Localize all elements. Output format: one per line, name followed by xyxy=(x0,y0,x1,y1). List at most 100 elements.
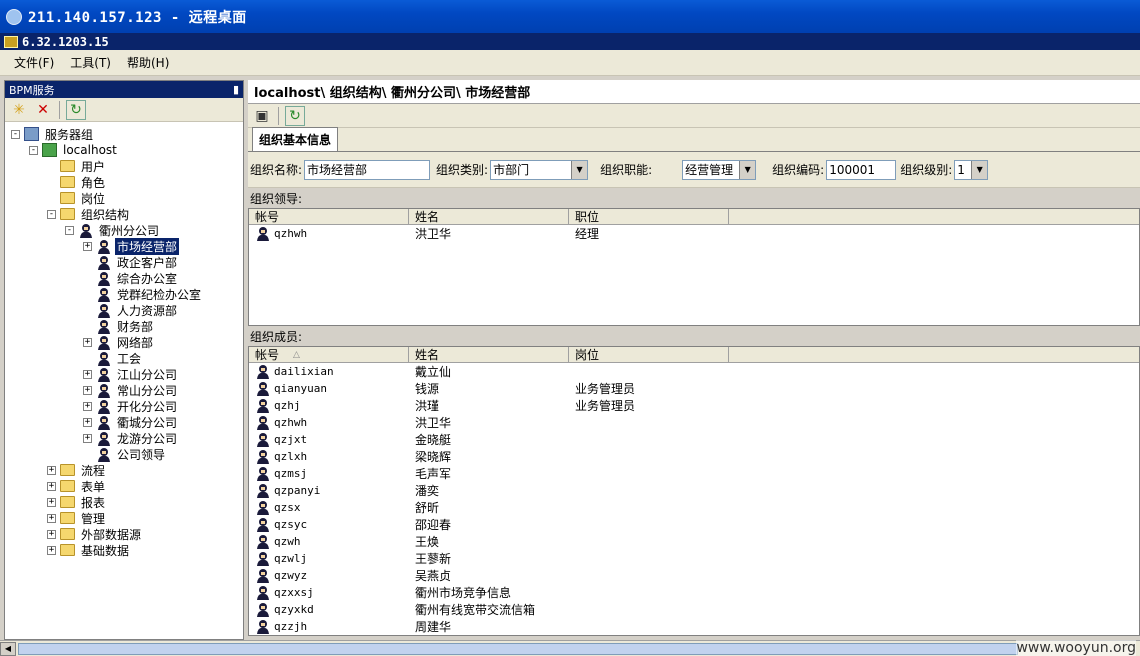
tree-node[interactable]: + 常山分公司 xyxy=(83,382,179,398)
account-cell: qzhwh xyxy=(274,227,308,240)
tree-node[interactable]: - localhost xyxy=(29,142,119,158)
expand-icon[interactable]: + xyxy=(83,433,92,443)
tree-node-label: 外部数据源 xyxy=(81,527,142,542)
tree-node[interactable]: - 服务器组 xyxy=(11,126,95,142)
table-row[interactable]: qzwlj 王蓼新 xyxy=(249,550,1139,567)
save-icon[interactable]: ▣ xyxy=(252,106,272,126)
table-row[interactable]: qzhwh 洪卫华 经理 xyxy=(249,225,1139,242)
tree-node-label: 服务器组 xyxy=(45,127,94,142)
name-cell: 潘奕 xyxy=(415,484,440,498)
tree-node[interactable]: 岗位 xyxy=(47,190,107,206)
menu-help[interactable]: 帮助(H) xyxy=(127,54,169,71)
tree-node[interactable]: + 网络部 xyxy=(83,334,155,350)
tree-node[interactable]: + 管理 xyxy=(47,510,107,526)
chevron-down-icon[interactable]: ▼ xyxy=(571,160,588,179)
tree-node[interactable]: 财务部 xyxy=(83,318,155,334)
delete-icon[interactable]: ✕ xyxy=(33,100,53,120)
expand-icon[interactable]: + xyxy=(47,529,56,539)
expand-icon[interactable]: + xyxy=(83,241,92,251)
collapse-icon[interactable]: - xyxy=(11,129,20,139)
col-account-header[interactable]: 帐号 △ xyxy=(249,347,409,362)
expand-icon[interactable]: + xyxy=(83,417,92,427)
tree-node[interactable]: 党群纪检办公室 xyxy=(83,286,203,302)
tree-node[interactable]: 工会 xyxy=(83,350,143,366)
tree-node[interactable]: + 基础数据 xyxy=(47,542,131,558)
table-row[interactable]: qzsyc 邵迎春 xyxy=(249,516,1139,533)
expand-icon[interactable]: + xyxy=(83,369,92,379)
table-row[interactable]: qzyxkd 衢州有线宽带交流信箱 xyxy=(249,601,1139,618)
expand-icon[interactable]: + xyxy=(83,337,92,347)
expand-icon[interactable]: + xyxy=(83,401,92,411)
menu-file[interactable]: 文件(F) xyxy=(14,54,54,71)
table-row[interactable]: qzlxh 梁晓辉 xyxy=(249,448,1139,465)
tree-node-label: 工会 xyxy=(117,351,142,366)
tree-node[interactable]: 政企客户部 xyxy=(83,254,179,270)
tree-node[interactable]: + 衢城分公司 xyxy=(83,414,179,430)
expand-icon[interactable]: + xyxy=(47,465,56,475)
menu-tools[interactable]: 工具(T) xyxy=(70,54,111,71)
table-row[interactable]: qzzjh 周建华 xyxy=(249,618,1139,635)
table-row[interactable]: qzxxsj 衢州市场竞争信息 xyxy=(249,584,1139,601)
table-row[interactable]: qzmsj 毛声军 xyxy=(249,465,1139,482)
tab-org-basic-info[interactable]: 组织基本信息 xyxy=(252,127,339,151)
col-account-header[interactable]: 帐号 xyxy=(249,209,409,224)
tree-node[interactable]: 公司领导 xyxy=(83,446,167,462)
new-icon[interactable]: ✳ xyxy=(9,100,29,120)
tree-node[interactable]: + 龙游分公司 xyxy=(83,430,179,446)
org-name-input[interactable]: 市场经营部 xyxy=(304,159,431,180)
tree-node[interactable]: 人力资源部 xyxy=(83,302,179,318)
tree-node[interactable]: + 报表 xyxy=(47,494,107,510)
org-type-select[interactable]: 市部门 ▼ xyxy=(490,159,589,180)
tree-node[interactable]: - 组织结构 xyxy=(47,206,131,222)
tree-node[interactable]: - 衢州分公司 xyxy=(65,222,161,238)
expand-icon[interactable]: + xyxy=(47,497,56,507)
scroll-thumb[interactable] xyxy=(18,642,1018,655)
refresh-icon[interactable]: ↻ xyxy=(285,105,305,126)
tree-node[interactable]: + 外部数据源 xyxy=(47,526,143,542)
tree-node[interactable]: + 开化分公司 xyxy=(83,398,179,414)
col-name-header[interactable]: 姓名 xyxy=(409,209,569,224)
org-level-select[interactable]: 1 ▼ xyxy=(954,159,989,180)
left-panel-title: BPM服务 xyxy=(9,83,55,97)
tree-node[interactable]: 角色 xyxy=(47,174,107,190)
col-post-header[interactable]: 岗位 xyxy=(569,347,729,362)
table-row[interactable]: qzjxt 金晓艇 xyxy=(249,431,1139,448)
expand-icon[interactable]: + xyxy=(47,481,56,491)
chevron-down-icon[interactable]: ▼ xyxy=(739,160,756,179)
refresh-icon[interactable]: ↻ xyxy=(66,99,86,120)
col-name-header[interactable]: 姓名 xyxy=(409,347,569,362)
tree-node[interactable]: + 江山分公司 xyxy=(83,366,179,382)
collapse-icon[interactable]: - xyxy=(65,225,74,235)
table-row[interactable]: qzpanyi 潘奕 xyxy=(249,482,1139,499)
table-row[interactable]: qzsx 舒昕 xyxy=(249,499,1139,516)
collapse-icon[interactable]: - xyxy=(47,209,56,219)
collapse-icon[interactable]: - xyxy=(29,145,38,155)
tree-node-label: 党群纪检办公室 xyxy=(117,287,202,302)
scroll-left-icon[interactable]: ◀ xyxy=(0,641,16,656)
tree-node[interactable]: + 市场经营部 xyxy=(83,236,181,256)
horizontal-scrollbar[interactable]: ◀ xyxy=(0,640,1140,656)
table-row[interactable]: qzhj 洪瑾 业务管理员 xyxy=(249,397,1139,414)
name-cell: 邵迎春 xyxy=(415,518,452,532)
name-cell: 梁晓辉 xyxy=(415,450,452,464)
table-row[interactable]: qianyuan 钱源 业务管理员 xyxy=(249,380,1139,397)
folder-icon xyxy=(60,544,75,556)
pin-icon[interactable]: ▮ xyxy=(233,83,239,96)
expand-icon[interactable]: + xyxy=(47,513,56,523)
table-row[interactable]: qzhwh 洪卫华 xyxy=(249,414,1139,431)
tree-node[interactable]: 用户 xyxy=(47,158,107,174)
tree-node[interactable]: + 流程 xyxy=(47,462,107,478)
table-row[interactable]: qzwh 王焕 xyxy=(249,533,1139,550)
tree-node[interactable]: 综合办公室 xyxy=(83,270,179,286)
expand-icon[interactable]: + xyxy=(47,545,56,555)
org-func-select[interactable]: 经营管理 ▼ xyxy=(682,159,757,180)
tree-node[interactable]: + 表单 xyxy=(47,478,107,494)
org-icon xyxy=(98,287,110,302)
table-row[interactable]: qzwyz 吴燕贞 xyxy=(249,567,1139,584)
table-row[interactable]: dailixian 戴立仙 xyxy=(249,363,1139,380)
col-position-header[interactable]: 职位 xyxy=(569,209,729,224)
org-type-value: 市部门 xyxy=(493,163,530,177)
expand-icon[interactable]: + xyxy=(83,385,92,395)
chevron-down-icon[interactable]: ▼ xyxy=(971,160,988,179)
org-code-input[interactable]: 100001 xyxy=(826,159,897,180)
